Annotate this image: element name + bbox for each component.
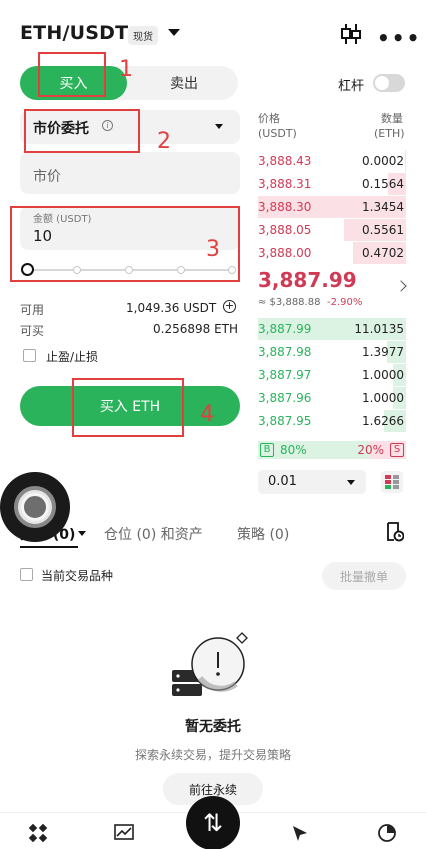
pair-title[interactable]: ETH/USDT bbox=[20, 22, 128, 44]
book-layout-icon[interactable] bbox=[381, 471, 403, 493]
ob-price: 3,887.96 bbox=[258, 391, 312, 405]
last-price: 3,887.99 bbox=[258, 268, 357, 292]
sell-badge: S bbox=[390, 443, 404, 457]
ob-qty: 1.0000 bbox=[362, 391, 404, 405]
ob-qty: 1.6266 bbox=[362, 414, 404, 428]
ob-qty: 0.4702 bbox=[362, 246, 404, 260]
chevron-down-icon bbox=[215, 124, 223, 129]
batch-cancel-button[interactable]: 批量撤单 bbox=[322, 562, 406, 590]
depth-bar bbox=[405, 150, 406, 172]
market-type-badge: 现货 bbox=[128, 26, 158, 45]
bid-row[interactable]: 3,887.97 1.0000 bbox=[258, 364, 406, 386]
usd-price: ≈ $3,888.88 bbox=[258, 297, 321, 308]
ob-qty: 0.5561 bbox=[362, 223, 404, 237]
ask-row[interactable]: 3,888.43 0.0002 bbox=[258, 150, 406, 172]
price-change: -2.90% bbox=[327, 297, 363, 308]
ask-row[interactable]: 3,888.31 0.1564 bbox=[258, 173, 406, 195]
bid-row[interactable]: 3,887.95 1.6266 bbox=[258, 410, 406, 432]
candlestick-icon[interactable] bbox=[340, 22, 362, 46]
chevron-down-icon[interactable] bbox=[78, 531, 86, 536]
annotation-box-4 bbox=[72, 378, 184, 437]
buyable-value: 0.256898 ETH bbox=[153, 322, 239, 336]
swap-icon[interactable]: ⇅ bbox=[186, 796, 240, 849]
order-history-icon[interactable] bbox=[386, 522, 404, 542]
annotation-number-3: 3 bbox=[206, 237, 220, 262]
ob-qty: 11.0135 bbox=[354, 322, 404, 336]
current-pair-checkbox[interactable] bbox=[20, 568, 33, 581]
available-label: 可用 bbox=[20, 303, 45, 317]
buy-badge: B bbox=[260, 443, 274, 457]
price-field-value: 市价 bbox=[33, 169, 61, 185]
ask-row[interactable]: 3,888.05 0.5561 bbox=[258, 219, 406, 241]
ob-qty: 1.0000 bbox=[362, 368, 404, 382]
depth-step-value: 0.01 bbox=[268, 474, 297, 489]
available-value: 1,049.36 USDT bbox=[126, 301, 217, 315]
sell-tab[interactable]: 卖出 bbox=[130, 66, 238, 100]
ob-qty-unit: (ETH) bbox=[374, 127, 405, 140]
add-funds-icon[interactable]: + bbox=[223, 300, 236, 313]
ask-row[interactable]: 3,888.30 1.3454 bbox=[258, 196, 406, 218]
ask-row[interactable]: 3,888.00 0.4702 bbox=[258, 242, 406, 264]
ob-qty: 1.3977 bbox=[362, 345, 404, 359]
sell-ratio-value: 20% bbox=[357, 443, 384, 457]
buy-ratio-value: 80% bbox=[280, 443, 307, 457]
ob-price: 3,888.43 bbox=[258, 154, 312, 168]
pie-chart-icon[interactable] bbox=[377, 824, 397, 842]
tp-sl-checkbox[interactable] bbox=[23, 349, 36, 362]
ob-price: 3,888.00 bbox=[258, 246, 312, 260]
ob-price: 3,887.98 bbox=[258, 345, 312, 359]
pair-dropdown-icon[interactable] bbox=[168, 29, 180, 36]
ob-qty-header: 数量 bbox=[381, 112, 403, 125]
bid-row[interactable]: 3,887.98 1.3977 bbox=[258, 341, 406, 363]
tab-strategies[interactable]: 策略 (0) bbox=[237, 524, 289, 544]
ob-qty: 0.0002 bbox=[362, 154, 404, 168]
grid-icon[interactable] bbox=[28, 824, 48, 842]
chart-icon[interactable] bbox=[114, 824, 134, 842]
annotation-number-2: 2 bbox=[157, 129, 171, 154]
ob-price: 3,888.05 bbox=[258, 223, 312, 237]
ob-price: 3,887.97 bbox=[258, 368, 312, 382]
ob-qty: 1.3454 bbox=[362, 200, 404, 214]
ob-price: 3,887.95 bbox=[258, 414, 312, 428]
tp-sl-label: 止盈/止损 bbox=[46, 350, 99, 364]
ob-price: 3,887.99 bbox=[258, 322, 312, 336]
annotation-number-1: 1 bbox=[119, 57, 133, 82]
empty-state-title: 暂无委托 bbox=[185, 719, 241, 735]
floating-assistant-core bbox=[21, 493, 49, 521]
ob-price-unit: (USDT) bbox=[258, 127, 297, 140]
annotation-box-2 bbox=[24, 109, 140, 153]
chevron-right-icon[interactable] bbox=[395, 280, 407, 292]
active-tab-underline bbox=[20, 546, 78, 548]
empty-orders-illustration bbox=[172, 632, 248, 696]
ob-price: 3,888.31 bbox=[258, 177, 312, 191]
empty-state-subtitle: 探索永续交易，提升交易策略 bbox=[134, 748, 291, 762]
more-icon[interactable]: ••• bbox=[377, 26, 421, 50]
annotation-box-1 bbox=[38, 52, 106, 97]
bid-row[interactable]: 3,887.99 11.0135 bbox=[258, 318, 406, 340]
leverage-toggle[interactable] bbox=[373, 74, 405, 92]
buy-ratio-bar bbox=[258, 441, 370, 459]
compass-icon[interactable] bbox=[290, 824, 310, 842]
ob-qty: 0.1564 bbox=[362, 177, 404, 191]
annotation-number-4: 4 bbox=[200, 402, 214, 427]
tab-positions[interactable]: 仓位 (0) 和资产 bbox=[104, 524, 203, 544]
current-pair-label: 当前交易品种 bbox=[41, 569, 114, 583]
ob-price: 3,888.30 bbox=[258, 200, 312, 214]
chevron-down-icon bbox=[347, 480, 355, 485]
bid-row[interactable]: 3,887.96 1.0000 bbox=[258, 387, 406, 409]
buy-sell-ratio: B 80% 20% S bbox=[258, 441, 406, 459]
ob-price-header: 价格 bbox=[258, 112, 280, 125]
leverage-label: 杠杆 bbox=[338, 79, 365, 94]
buyable-label: 可买 bbox=[20, 324, 45, 338]
